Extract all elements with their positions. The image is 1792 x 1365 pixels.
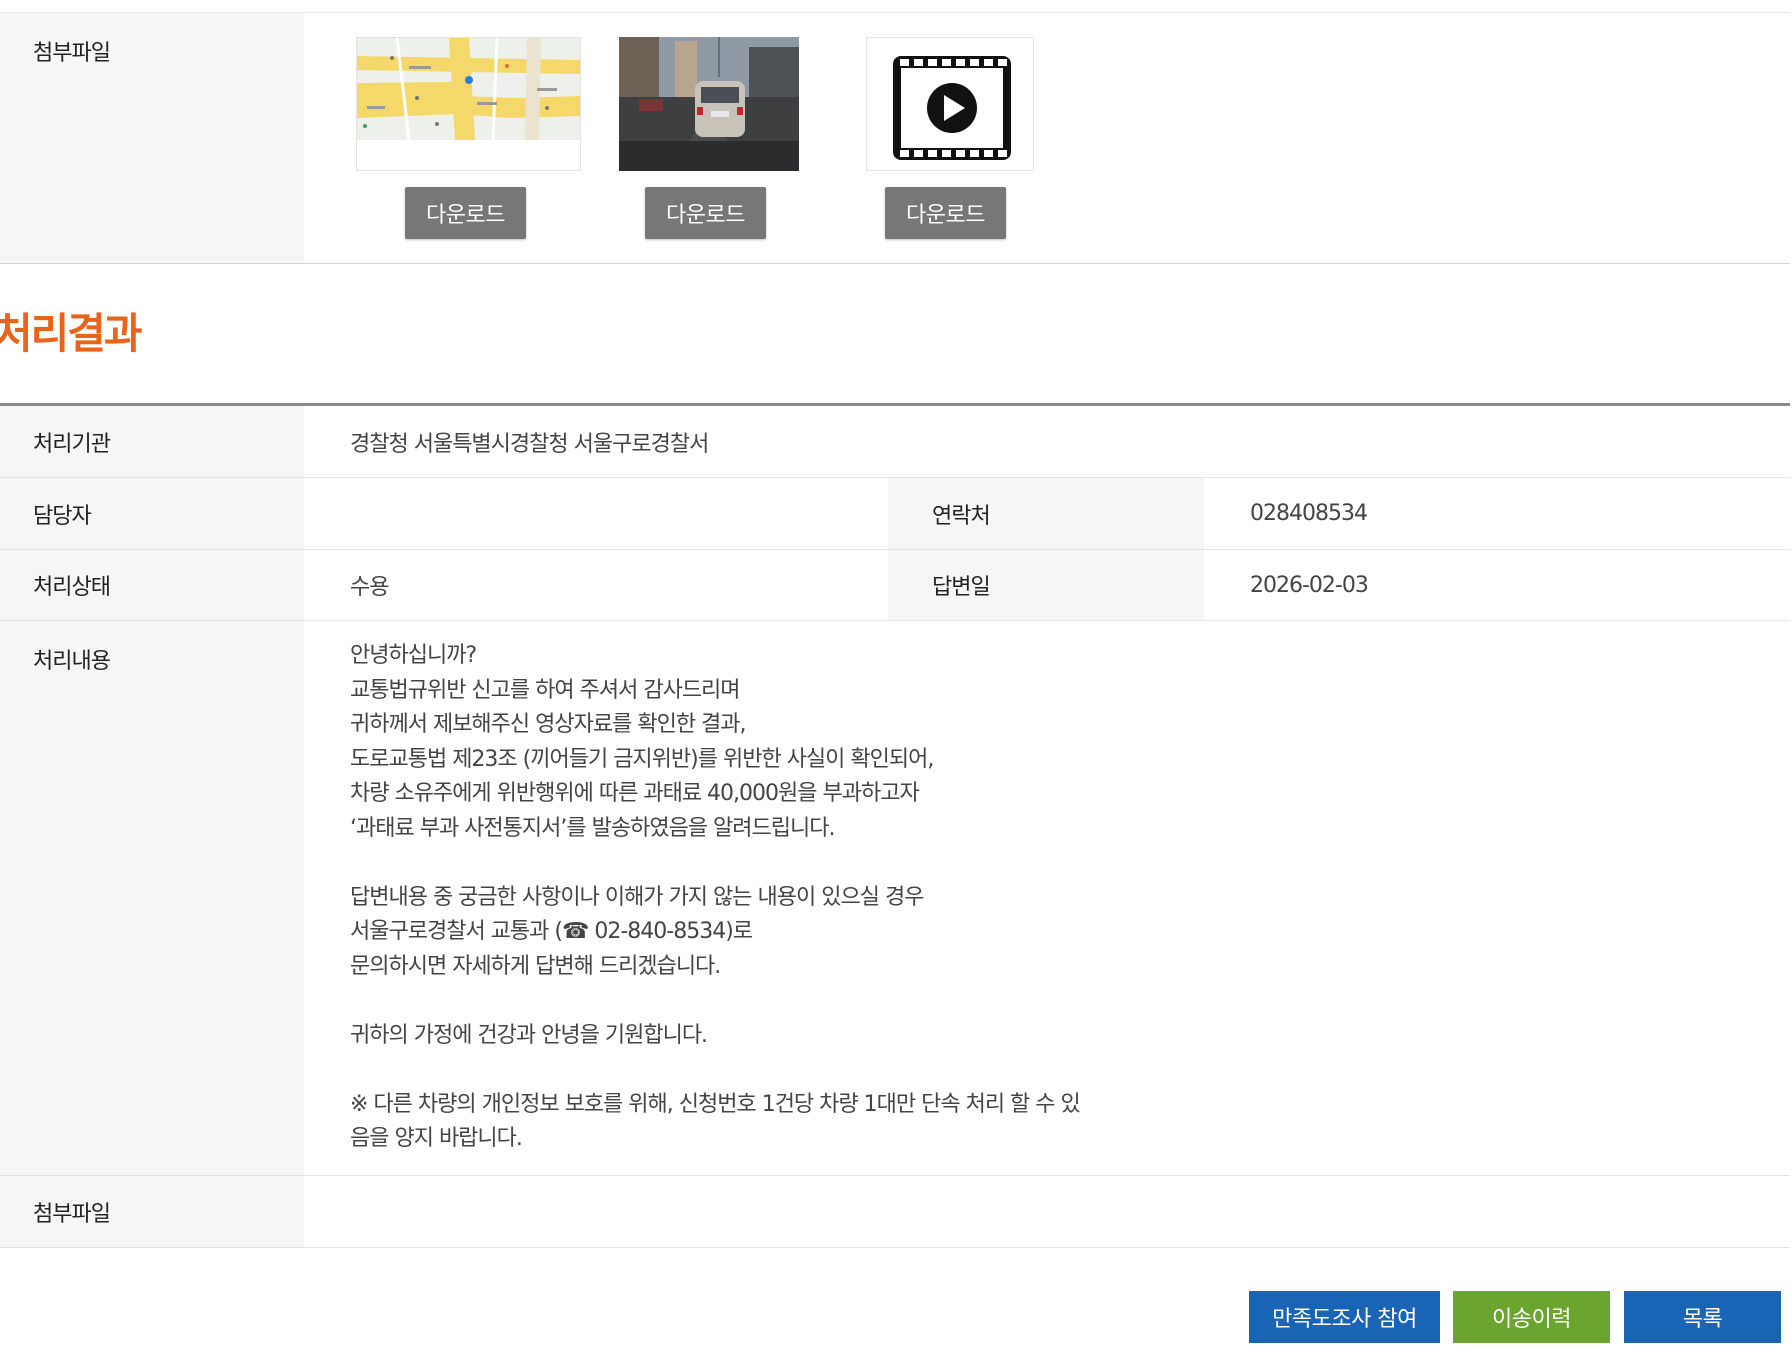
- answer-date-value: 2026-02-03: [1250, 572, 1369, 598]
- attachments-table-top: 첨부파일 다운로드 다운로드 다운로드: [0, 12, 1790, 264]
- content-line: ※ 다른 차량의 개인정보 보호를 위해, 신청번호 1건당 차량 1대만 단속…: [350, 1091, 1081, 1117]
- section-title: 처리결과: [0, 309, 143, 358]
- content-line: 귀하께서 제보해주신 영상자료를 확인한 결과,: [350, 712, 747, 737]
- content-line: ‘과태료 부과 사전통지서’를 발송하였음을 알려드립니다.: [350, 815, 835, 841]
- content-line: 도로교통법 제23조 (끼어들기 금지위반)를 위반한 사실이 확인되어,: [350, 746, 934, 772]
- person-label: 담당자: [0, 478, 304, 549]
- person-value: [304, 478, 888, 549]
- result-table: 처리기관 경찰청 서울특별시경찰청 서울구로경찰서 담당자 연락처 028408…: [0, 403, 1790, 1248]
- content-body: 안녕하십니까? 교통법규위반 신고를 하여 주셔서 감사드리며 귀하께서 제보해…: [304, 621, 1790, 1175]
- row-person-contact: 담당자 연락처 028408534: [0, 478, 1790, 550]
- attachments-label: 첨부파일: [0, 13, 304, 263]
- video-icon: [867, 38, 1033, 170]
- status-label: 처리상태: [0, 550, 304, 620]
- map-image: [357, 38, 580, 170]
- row-result-attachments: 첨부파일: [0, 1176, 1790, 1248]
- content-line: 음을 양지 바랍니다.: [350, 1126, 523, 1151]
- download-button-3[interactable]: 다운로드: [885, 187, 1006, 239]
- agency-value: 경찰청 서울특별시경찰청 서울구로경찰서: [350, 431, 709, 457]
- row-agency: 처리기관 경찰청 서울특별시경찰청 서울구로경찰서: [0, 406, 1790, 478]
- content-line: 문의하시면 자세하게 답변해 드리겠습니다.: [350, 953, 721, 979]
- road-photo-thumbnail[interactable]: [619, 37, 799, 171]
- transfer-history-button[interactable]: 이송이력: [1453, 1291, 1610, 1343]
- content-line: 교통법규위반 신고를 하여 주셔서 감사드리며: [350, 677, 741, 703]
- content-line: 답변내용 중 궁금한 사항이나 이해가 가지 않는 내용이 있으실 경우: [350, 884, 924, 910]
- content-label: 처리내용: [0, 621, 304, 1175]
- answer-date-label: 답변일: [888, 550, 1204, 620]
- row-status-date: 처리상태 수용 답변일 2026-02-03: [0, 550, 1790, 621]
- content-line: 귀하의 가정에 건강과 안녕을 기원합니다.: [350, 1022, 708, 1048]
- agency-label: 처리기관: [0, 406, 304, 477]
- result-attachments-cell: [304, 1176, 1790, 1247]
- contact-value: 028408534: [1250, 501, 1368, 526]
- map-thumbnail[interactable]: [356, 37, 581, 171]
- result-attachments-label: 첨부파일: [0, 1176, 304, 1247]
- download-button-1[interactable]: 다운로드: [405, 187, 526, 239]
- video-file-thumbnail[interactable]: [866, 37, 1034, 171]
- list-button[interactable]: 목록: [1624, 1291, 1781, 1343]
- content-line: 안녕하십니까?: [350, 643, 477, 668]
- content-line: 차량 소유주에게 위반행위에 따른 과태료 40,000원을 부과하고자: [350, 781, 920, 806]
- content-line: 서울구로경찰서 교통과 (☎ 02-840-8534)로: [350, 919, 753, 944]
- status-value: 수용: [350, 575, 389, 600]
- contact-label: 연락처: [888, 478, 1204, 549]
- row-content: 처리내용 안녕하십니까? 교통법규위반 신고를 하여 주셔서 감사드리며 귀하께…: [0, 621, 1790, 1176]
- attachments-cell: 다운로드 다운로드 다운로드: [304, 13, 1790, 263]
- satisfaction-survey-button[interactable]: 만족도조사 참여: [1249, 1291, 1440, 1343]
- road-photo-image: [619, 37, 799, 171]
- complaint-detail-page: 첨부파일 다운로드 다운로드 다운로드 처리결과 처리기관 경찰청 서울특별시경…: [0, 0, 1792, 1365]
- download-button-2[interactable]: 다운로드: [645, 187, 766, 239]
